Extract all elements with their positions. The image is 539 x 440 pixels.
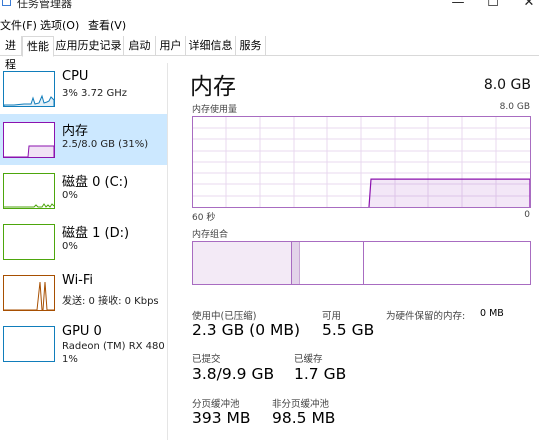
memory-usage-graph — [192, 116, 531, 208]
cached-value: 1.7 GB — [294, 365, 347, 383]
composition-in-use — [193, 242, 292, 284]
sidebar-item-cpu[interactable]: CPU 3% 3.72 GHz — [0, 63, 167, 114]
memory-thumbnail-graph — [3, 122, 55, 158]
available-value: 5.5 GB — [322, 321, 375, 339]
sidebar-item-label: 内存 — [62, 124, 89, 139]
sidebar-item-detail: 0% — [62, 241, 78, 252]
hardware-reserved-label: 为硬件保留的内存: — [386, 311, 466, 322]
hardware-reserved-value: 0 MB — [480, 308, 504, 319]
menu-file[interactable]: 文件(F) — [0, 17, 37, 33]
time-axis-right: 0 — [524, 210, 530, 220]
cpu-thumbnail-graph — [3, 71, 55, 107]
nonpaged-pool-label: 非分页缓冲池 — [272, 399, 330, 410]
sidebar-item-detail: 3% 3.72 GHz — [62, 88, 128, 99]
maximize-button[interactable]: ☐ — [483, 0, 503, 10]
in-use-value: 2.3 GB (0 MB) — [192, 321, 301, 339]
sidebar-item-label: GPU 0 — [62, 324, 102, 339]
sidebar-item-gpu-0[interactable]: GPU 0 Radeon (TM) RX 480 1% — [0, 318, 167, 369]
tab-performance[interactable]: 性能 — [22, 36, 54, 57]
paged-pool-value: 393 MB — [192, 409, 251, 427]
task-manager-icon — [2, 0, 11, 6]
nonpaged-pool-value: 98.5 MB — [272, 409, 336, 427]
time-axis-left: 60 秒 — [192, 213, 216, 223]
sidebar-item-label: 磁盘 1 (D:) — [62, 226, 130, 241]
tab-details[interactable]: 详细信息 — [186, 36, 236, 56]
memory-detail-panel: 内存 8.0 GB 内存使用量 8.0 GB 60 秒 0 内存组合 使用中(已… — [168, 63, 539, 440]
sidebar-item-detail: Radeon (TM) RX 480 — [62, 341, 165, 352]
sidebar-item-label: 磁盘 0 (C:) — [62, 175, 129, 190]
disk-0-thumbnail-graph — [3, 173, 55, 209]
wifi-thumbnail-graph — [3, 275, 55, 311]
tab-startup[interactable]: 启动 — [124, 36, 156, 56]
window-title: 任务管理器 — [17, 0, 72, 10]
committed-value: 3.8/9.9 GB — [192, 365, 275, 383]
sidebar-item-detail: 发送: 0 接收: 0 Kbps — [62, 296, 159, 307]
sidebar-item-memory[interactable]: 内存 2.5/8.0 GB (31%) — [0, 114, 167, 165]
menu-view[interactable]: 查看(V) — [88, 17, 126, 33]
tab-strip: 进程 性能 应用历史记录 启动 用户 详细信息 服务 — [0, 36, 539, 71]
committed-label: 已提交 — [192, 354, 221, 365]
composition-modified — [292, 242, 300, 284]
resource-sidebar: CPU 3% 3.72 GHz 内存 2.5/8.0 GB (31%) 磁盘 0… — [0, 63, 168, 440]
memory-composition-bar — [192, 241, 531, 285]
sidebar-item-detail: 0% — [62, 190, 78, 201]
available-label: 可用 — [322, 311, 342, 322]
title-bar: 任务管理器 — ☐ ✕ — [0, 0, 539, 14]
in-use-label: 使用中(已压缩) — [192, 311, 257, 322]
gpu-thumbnail-graph — [3, 326, 55, 362]
close-button[interactable]: ✕ — [519, 0, 539, 10]
tab-users[interactable]: 用户 — [156, 36, 186, 56]
composition-label: 内存组合 — [192, 230, 229, 240]
tab-app-history[interactable]: 应用历史记录 — [54, 36, 124, 56]
memory-total: 8.0 GB — [483, 77, 531, 93]
sidebar-item-label: CPU — [62, 69, 89, 84]
tab-processes[interactable]: 进程 — [0, 36, 22, 71]
sidebar-item-disk-0[interactable]: 磁盘 0 (C:) 0% — [0, 165, 167, 216]
tab-services[interactable]: 服务 — [236, 36, 266, 56]
menu-options[interactable]: 选项(O) — [40, 17, 79, 33]
page-title: 内存 — [190, 74, 236, 100]
sidebar-item-disk-1[interactable]: 磁盘 1 (D:) 0% — [0, 216, 167, 267]
minimize-button[interactable]: — — [448, 0, 468, 10]
cached-label: 已缓存 — [294, 354, 323, 365]
sidebar-item-wifi[interactable]: Wi-Fi 发送: 0 接收: 0 Kbps — [0, 267, 167, 318]
disk-1-thumbnail-graph — [3, 224, 55, 260]
usage-graph-label: 内存使用量 — [192, 105, 238, 115]
sidebar-item-detail-2: 1% — [62, 354, 78, 365]
menu-bar: 文件(F) 选项(O) 查看(V) — [0, 14, 539, 33]
composition-standby-divider — [363, 242, 364, 284]
sidebar-item-label: Wi-Fi — [62, 273, 94, 288]
sidebar-item-detail: 2.5/8.0 GB (31%) — [62, 139, 149, 150]
paged-pool-label: 分页缓冲池 — [192, 399, 240, 410]
usage-graph-max: 8.0 GB — [499, 102, 530, 112]
